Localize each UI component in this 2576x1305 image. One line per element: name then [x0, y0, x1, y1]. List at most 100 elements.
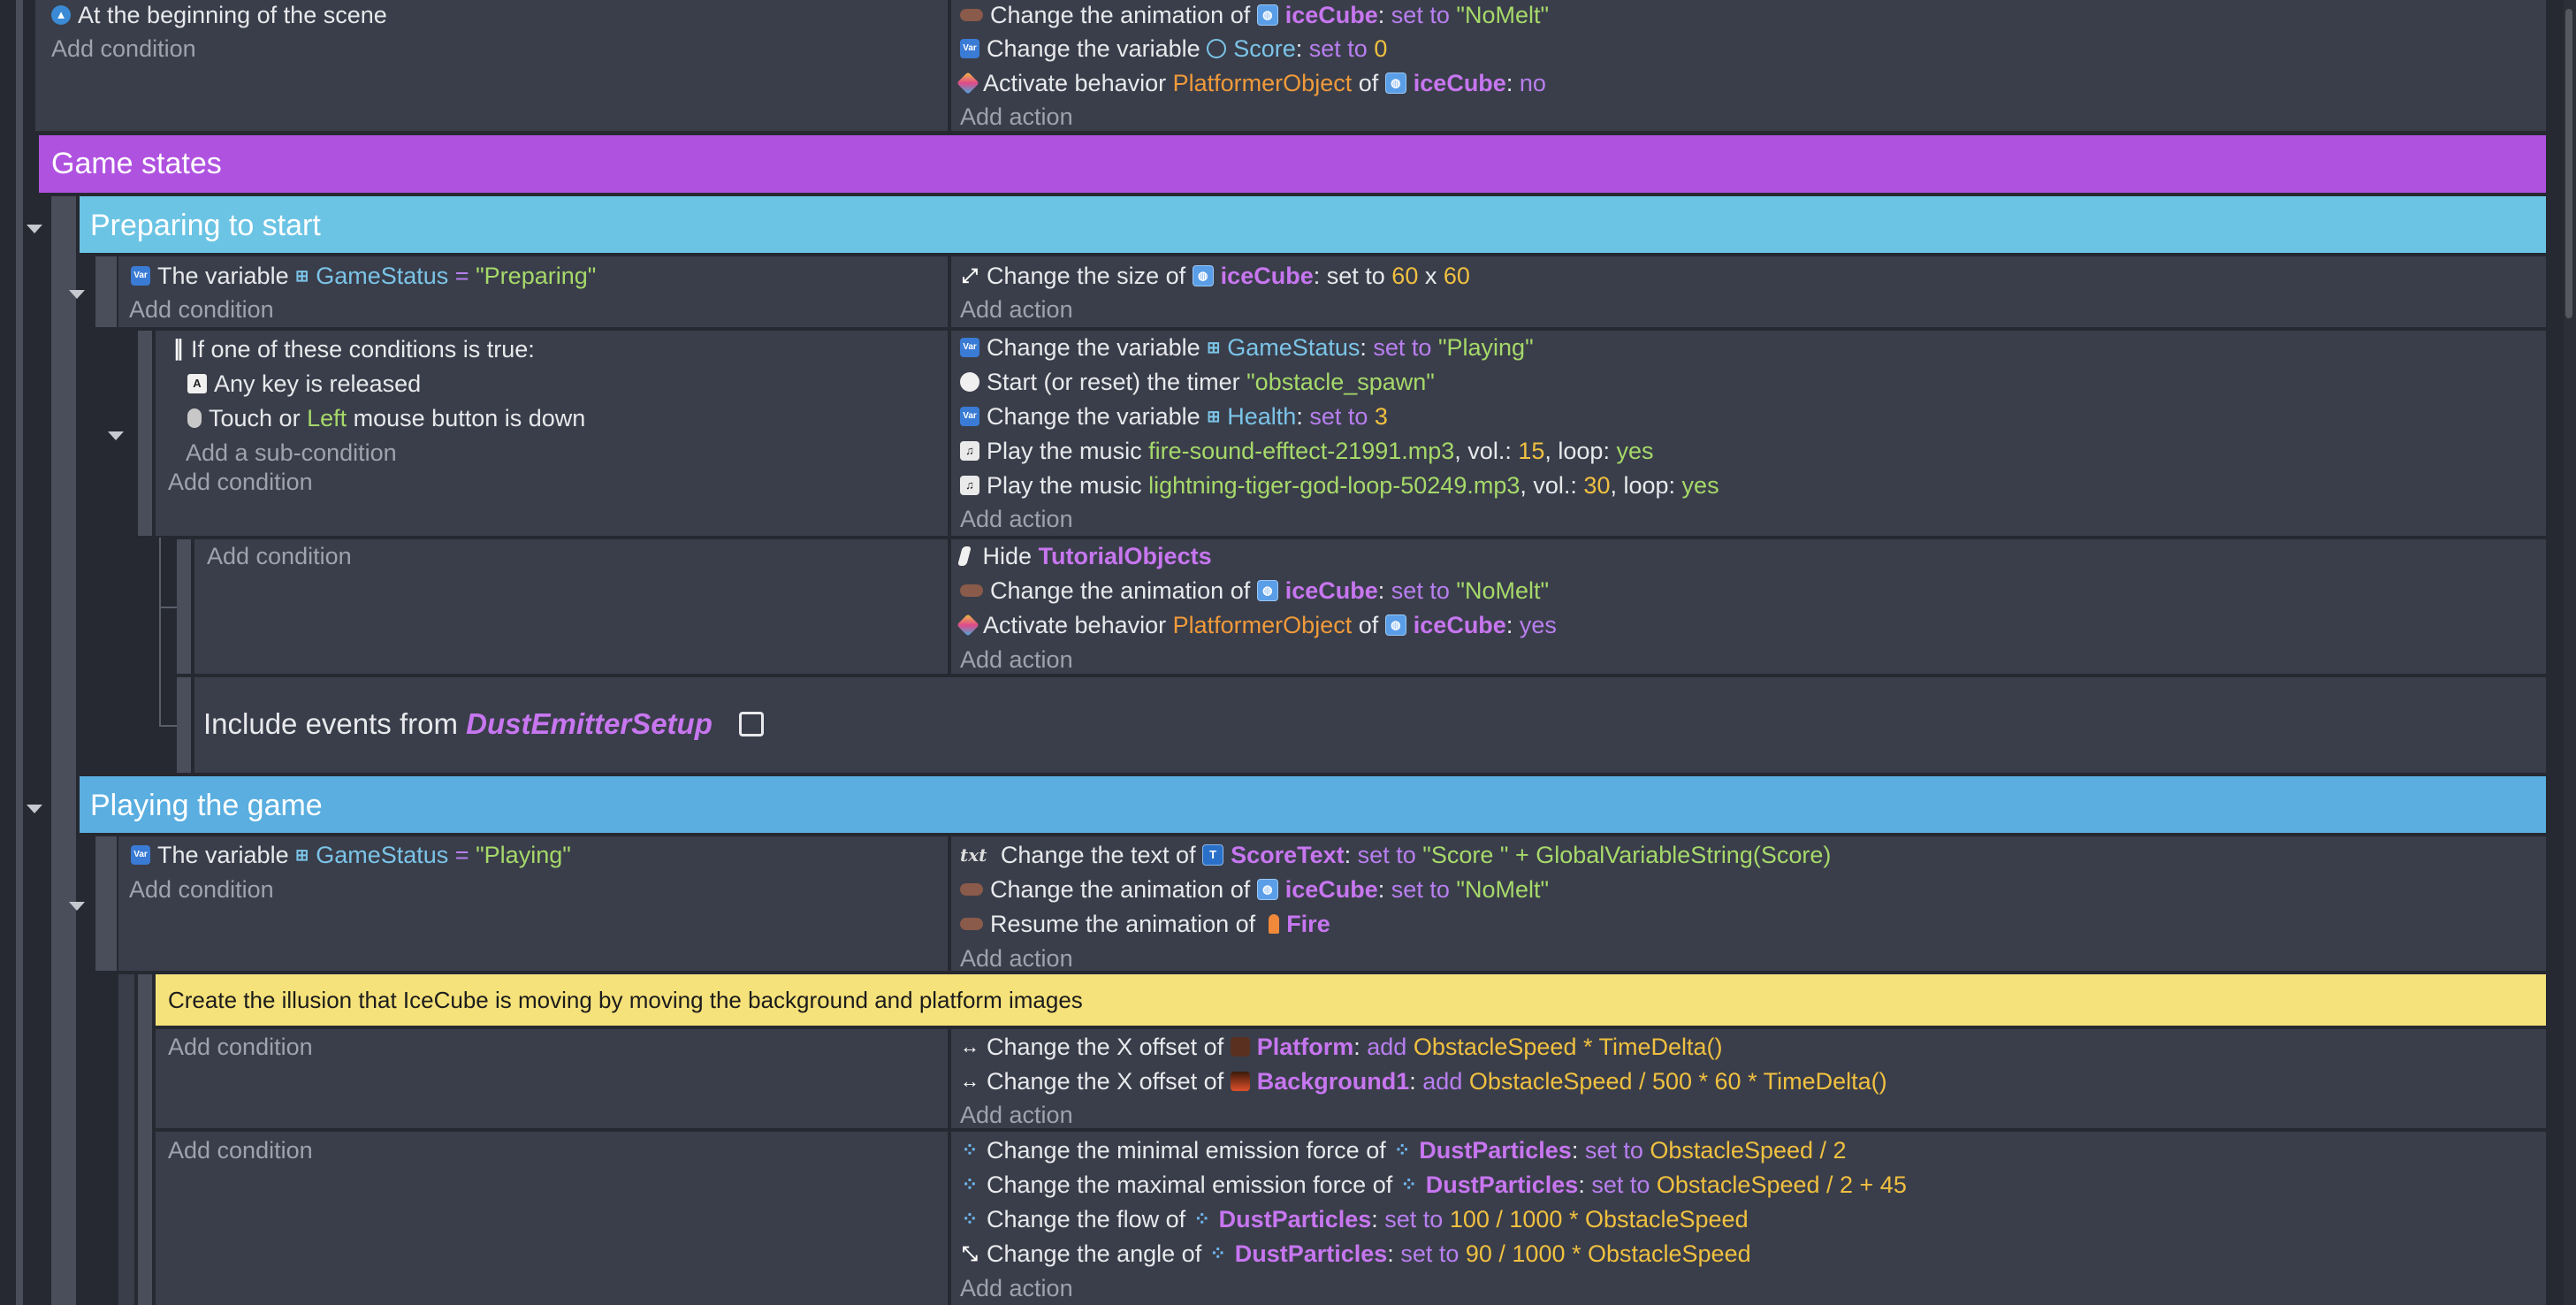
comment-text[interactable]: Create the illusion that IceCube is movi…: [168, 983, 1083, 1017]
external-link-icon[interactable]: [738, 712, 764, 736]
tree-line: [159, 725, 177, 727]
action-flow[interactable]: ⁘ Change the flow of ⁘ DustParticles: set …: [960, 1202, 1749, 1236]
action-x-offset-background[interactable]: ↔ Change the X offset of Background1: add…: [960, 1065, 1887, 1098]
add-action-link[interactable]: Add action: [960, 643, 1073, 676]
text-object-icon: T: [1202, 844, 1224, 866]
action-x-offset-platform[interactable]: ↔ Change the X offset of Platform: add Ob…: [960, 1030, 1723, 1064]
action-min-emission-force[interactable]: ⁘ Change the minimal emission force of ⁘ D…: [960, 1133, 1847, 1167]
collapse-triangle[interactable]: [27, 805, 42, 813]
action-hide-objects[interactable]: Hide TutorialObjects: [957, 539, 1212, 573]
particles-icon: ⁘: [961, 1173, 979, 1195]
variable-icon: Var: [131, 845, 150, 865]
angle-icon: ⤡: [962, 1242, 978, 1264]
music-icon: ♫: [960, 476, 979, 495]
particles-icon: ⁘: [1209, 1242, 1226, 1264]
resize-icon: ⤢: [962, 264, 978, 286]
add-action-link[interactable]: Add action: [960, 100, 1073, 134]
gutter-stripe: [138, 331, 152, 536]
object-icon: ◍: [1256, 4, 1278, 26]
group-game-states[interactable]: [39, 135, 2546, 193]
behavior-icon: [956, 614, 979, 637]
condition-mouse-down[interactable]: Touch or Left mouse button is down: [187, 401, 585, 435]
music-icon: ♫: [960, 441, 979, 461]
gutter-stripe: [51, 196, 76, 780]
action-change-size[interactable]: ⤢ Change the size of ◍ iceCube: set to 60 …: [960, 259, 1470, 293]
animation-icon: [960, 9, 983, 21]
action-angle[interactable]: ⤡ Change the angle of ⁘ DustParticles: set…: [960, 1237, 1750, 1271]
gutter-stripe: [16, 0, 23, 1305]
variable-icon: Var: [960, 338, 979, 357]
gutter-stripe: [118, 974, 134, 1305]
action-change-animation[interactable]: Change the animation of ◍ iceCube: set to…: [960, 0, 1549, 32]
collapse-triangle[interactable]: [69, 290, 85, 299]
condition-variable-gamestatus[interactable]: Var The variable ⊞ GameStatus = "Preparing…: [131, 259, 596, 293]
add-condition-link[interactable]: Add condition: [168, 465, 313, 499]
scene-variable-icon: ⊞: [295, 846, 309, 864]
platform-icon: [1230, 1037, 1250, 1057]
group-playing[interactable]: [80, 776, 2546, 833]
animation-icon: [960, 918, 983, 930]
particles-icon: ⁘: [961, 1208, 979, 1230]
group-preparing[interactable]: [80, 196, 2546, 253]
action-play-music-fire[interactable]: ♫ Play the music fire-sound-efftect-21991…: [960, 434, 1654, 468]
condition-variable-gamestatus[interactable]: Var The variable ⊞ GameStatus = "Playing": [131, 838, 571, 872]
action-activate-behavior[interactable]: Activate behavior PlatformerObject of ◍ i…: [956, 608, 1557, 642]
scene-icon: ▲: [51, 5, 71, 25]
action-change-animation[interactable]: Change the animation of ◍ iceCube: set to…: [960, 574, 1549, 607]
scene-variable-icon: ⊞: [1207, 408, 1221, 425]
action-set-gamestatus[interactable]: Var Change the variable ⊞ GameStatus: set …: [960, 331, 1534, 364]
animation-icon: [960, 584, 983, 597]
add-condition-link[interactable]: Add condition: [168, 1133, 313, 1167]
add-condition-link[interactable]: Add condition: [129, 293, 274, 326]
object-icon: ◍: [1384, 614, 1406, 636]
background-icon: [1230, 1072, 1250, 1091]
variable-icon: Var: [131, 266, 150, 286]
action-change-variable[interactable]: Var Change the variable Score: set to 0: [960, 32, 1387, 65]
condition-scene-start[interactable]: ▲ At the beginning of the scene: [51, 0, 387, 32]
action-set-health[interactable]: Var Change the variable ⊞ Health: set to 3: [960, 400, 1388, 433]
tree-line: [159, 538, 161, 725]
group-title-playing[interactable]: Playing the game: [90, 789, 323, 822]
add-action-link[interactable]: Add action: [960, 502, 1073, 536]
add-action-link[interactable]: Add action: [960, 1098, 1073, 1132]
group-title-preparing[interactable]: Preparing to start: [90, 209, 321, 242]
gutter-stripe: [177, 677, 191, 773]
action-change-text[interactable]: txt Change the text of T ScoreText: set t…: [960, 838, 1831, 872]
action-change-animation[interactable]: Change the animation of ◍ iceCube: set to…: [960, 873, 1549, 906]
add-action-link[interactable]: Add action: [960, 942, 1073, 975]
gutter-stripe: [95, 256, 117, 327]
object-icon: ◍: [1384, 72, 1406, 94]
add-condition-link[interactable]: Add condition: [51, 32, 196, 65]
object-icon: ◍: [1256, 580, 1278, 601]
scrollbar-thumb[interactable]: [2565, 9, 2572, 318]
condition-key-released[interactable]: A Any key is released: [187, 367, 421, 401]
action-start-timer[interactable]: Start (or reset) the timer "obstacle_spa…: [960, 365, 1435, 399]
timer-icon: [960, 372, 979, 392]
add-action-link[interactable]: Add action: [960, 293, 1073, 326]
action-play-music-tiger[interactable]: ♫ Play the music lightning-tiger-god-loop…: [960, 469, 1719, 502]
action-activate-behavior[interactable]: Activate behavior PlatformerObject of ◍ i…: [956, 66, 1546, 100]
text-icon: txt: [960, 844, 987, 866]
action-max-emission-force[interactable]: ⁘ Change the maximal emission force of ⁘ D…: [960, 1168, 1907, 1202]
gutter-stripe: [51, 776, 76, 1305]
action-resume-animation[interactable]: Resume the animation of Fire: [960, 907, 1330, 941]
group-title-game-states[interactable]: Game states: [51, 147, 222, 180]
add-condition-link[interactable]: Add condition: [207, 539, 352, 573]
collapse-triangle[interactable]: [69, 902, 85, 911]
scene-variable-icon: ⊞: [295, 267, 309, 285]
collapse-triangle[interactable]: [27, 225, 42, 233]
tree-line: [159, 607, 177, 608]
or-condition-header[interactable]: ∥ If one of these conditions is true:: [173, 332, 535, 366]
or-icon: ∥: [173, 337, 184, 361]
particles-icon: ⁘: [1394, 1139, 1411, 1161]
variable-icon: Var: [960, 407, 979, 426]
gutter-stripe: [138, 974, 152, 1305]
include-events-label[interactable]: Include events from DustEmitterSetup: [203, 707, 764, 741]
add-action-link[interactable]: Add action: [960, 1271, 1073, 1305]
add-condition-link[interactable]: Add condition: [168, 1030, 313, 1064]
add-condition-link[interactable]: Add condition: [129, 873, 274, 906]
collapse-triangle[interactable]: [108, 431, 124, 440]
object-icon: ◍: [1256, 879, 1278, 900]
gutter-stripe: [95, 836, 117, 971]
offset-icon: ↔: [960, 1070, 979, 1092]
